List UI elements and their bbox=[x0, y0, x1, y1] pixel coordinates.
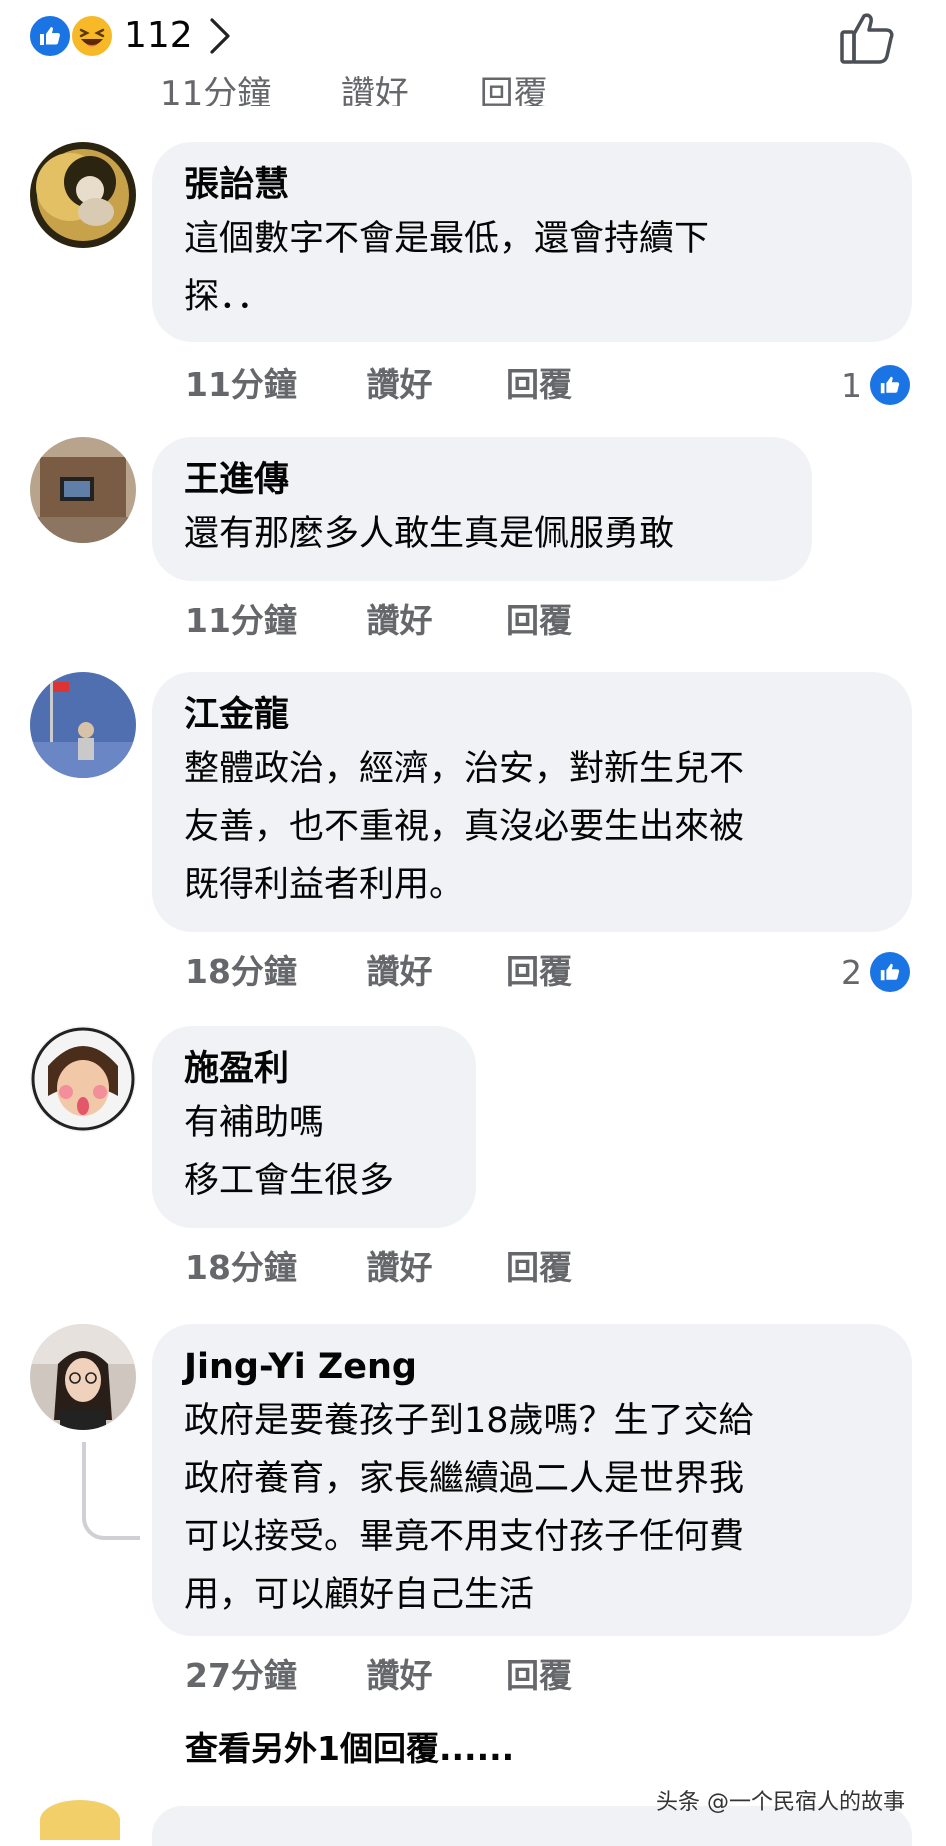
comment-line: 探．． bbox=[184, 277, 272, 317]
avatar[interactable] bbox=[30, 142, 136, 248]
comment-actions: 11分鐘 讚好 回覆 bbox=[185, 599, 572, 643]
commenter-name[interactable]: 張詒慧 bbox=[184, 162, 882, 208]
like-button[interactable]: 讚好 bbox=[367, 1246, 495, 1290]
comment-line: 友善，也不重視，真沒必要生出來被 bbox=[184, 807, 745, 847]
comment-line: 有補助嗎 bbox=[184, 1103, 325, 1143]
reply-thread-line bbox=[82, 1442, 140, 1540]
comment-line: 這個數字不會是最低，還會持續下 bbox=[184, 219, 710, 259]
comment-time: 11分鐘 bbox=[160, 74, 272, 106]
comment-text: 整體政治，經濟，治安，對新生兒不 友善，也不重視，真沒必要生出來被 既得利益者利… bbox=[184, 740, 882, 914]
comment-bubble: 施盈利 有補助嗎 移工會生很多 bbox=[152, 1026, 476, 1228]
commenter-name[interactable]: 江金龍 bbox=[184, 692, 882, 738]
comment-actions: 18分鐘 讚好 回覆 bbox=[185, 950, 572, 994]
like-button[interactable]: 讚好 bbox=[367, 1654, 495, 1698]
comment-bubble: 張詒慧 這個數字不會是最低，還會持續下 探．． bbox=[152, 142, 912, 342]
avatar[interactable] bbox=[30, 1026, 136, 1132]
reply-button[interactable]: 回覆 bbox=[506, 1654, 572, 1698]
comment-bubble: 江金龍 整體政治，經濟，治安，對新生兒不 友善，也不重視，真沒必要生出來被 既得… bbox=[152, 672, 912, 932]
comment-time: 11分鐘 bbox=[185, 365, 297, 404]
like-button[interactable]: 讚好 bbox=[367, 599, 495, 643]
comment-actions: 18分鐘 讚好 回覆 bbox=[185, 1246, 572, 1290]
like-count-number: 1 bbox=[841, 365, 862, 405]
comment-line: 政府養育，家長繼續過二人是世界我 bbox=[184, 1459, 745, 1499]
comment-like-count[interactable]: 2 bbox=[841, 950, 910, 994]
reply-button[interactable]: 回覆 bbox=[506, 363, 572, 407]
like-reaction-icon bbox=[28, 14, 72, 58]
comment-line: 移工會生很多 bbox=[184, 1161, 395, 1201]
comment-text: 有補助嗎 移工會生很多 bbox=[184, 1094, 446, 1210]
commenter-name[interactable]: 施盈利 bbox=[184, 1046, 446, 1092]
reply-button[interactable]: 回覆 bbox=[506, 599, 572, 643]
reaction-count[interactable]: 112 bbox=[124, 16, 193, 56]
comment-line: 既得利益者利用。 bbox=[184, 865, 465, 905]
like-button[interactable]: 讚好 bbox=[367, 950, 495, 994]
watermark: 头条 @一个民宿人的故事 bbox=[656, 1790, 905, 1815]
like-badge-icon bbox=[870, 365, 910, 405]
comment-time: 18分鐘 bbox=[185, 1248, 297, 1287]
comment-line: 整體政治，經濟，治安，對新生兒不 bbox=[184, 749, 745, 789]
comment-like-count[interactable]: 1 bbox=[841, 363, 910, 407]
comment-time: 18分鐘 bbox=[185, 952, 297, 991]
reactions-bar[interactable]: 112 bbox=[0, 0, 946, 80]
avatar[interactable] bbox=[30, 1324, 136, 1430]
commenter-name[interactable]: Jing-Yi Zeng bbox=[184, 1344, 882, 1390]
comment-line: 政府是要養孩子到18歲嗎？生了交給 bbox=[184, 1401, 754, 1441]
reply-button[interactable]: 回覆 bbox=[480, 72, 548, 106]
comment-actions: 11分鐘 讚好 回覆 bbox=[185, 363, 572, 407]
previous-comment-meta: 11分鐘 讚好 回覆 bbox=[160, 72, 548, 106]
like-badge-icon bbox=[870, 952, 910, 992]
haha-reaction-icon bbox=[70, 14, 114, 58]
comment-text: 還有那麼多人敢生真是佩服勇敢 bbox=[184, 505, 782, 563]
view-more-replies-link[interactable]: 查看另外1個回覆...... bbox=[185, 1722, 514, 1770]
commenter-name[interactable]: 王進傳 bbox=[184, 457, 782, 503]
comment-text: 政府是要養孩子到18歲嗎？生了交給 政府養育，家長繼續過二人是世界我 可以接受。… bbox=[184, 1392, 882, 1624]
like-count-number: 2 bbox=[841, 952, 862, 992]
like-button[interactable]: 讚好 bbox=[367, 363, 495, 407]
comment-time: 27分鐘 bbox=[185, 1656, 297, 1695]
comment-bubble: 王進傳 還有那麼多人敢生真是佩服勇敢 bbox=[152, 437, 812, 581]
comment-actions: 27分鐘 讚好 回覆 bbox=[185, 1654, 572, 1698]
comment-time: 11分鐘 bbox=[185, 601, 297, 640]
comment-text: 這個數字不會是最低，還會持續下 探．． bbox=[184, 210, 882, 326]
comment-line: 可以接受。畢竟不用支付孩子任何費 bbox=[184, 1517, 745, 1557]
reply-button[interactable]: 回覆 bbox=[506, 950, 572, 994]
like-button[interactable]: 讚好 bbox=[341, 72, 469, 106]
avatar[interactable] bbox=[30, 672, 136, 778]
comment-bubble: Jing-Yi Zeng 政府是要養孩子到18歲嗎？生了交給 政府養育，家長繼續… bbox=[152, 1324, 912, 1636]
thumbs-up-outline-icon[interactable] bbox=[836, 6, 898, 68]
avatar[interactable] bbox=[40, 1800, 120, 1840]
chevron-right-icon[interactable] bbox=[206, 14, 236, 58]
reply-button[interactable]: 回覆 bbox=[506, 1246, 572, 1290]
comment-line: 用，可以顧好自己生活 bbox=[184, 1575, 535, 1615]
avatar[interactable] bbox=[30, 437, 136, 543]
comment-line: 還有那麼多人敢生真是佩服勇敢 bbox=[184, 514, 675, 554]
